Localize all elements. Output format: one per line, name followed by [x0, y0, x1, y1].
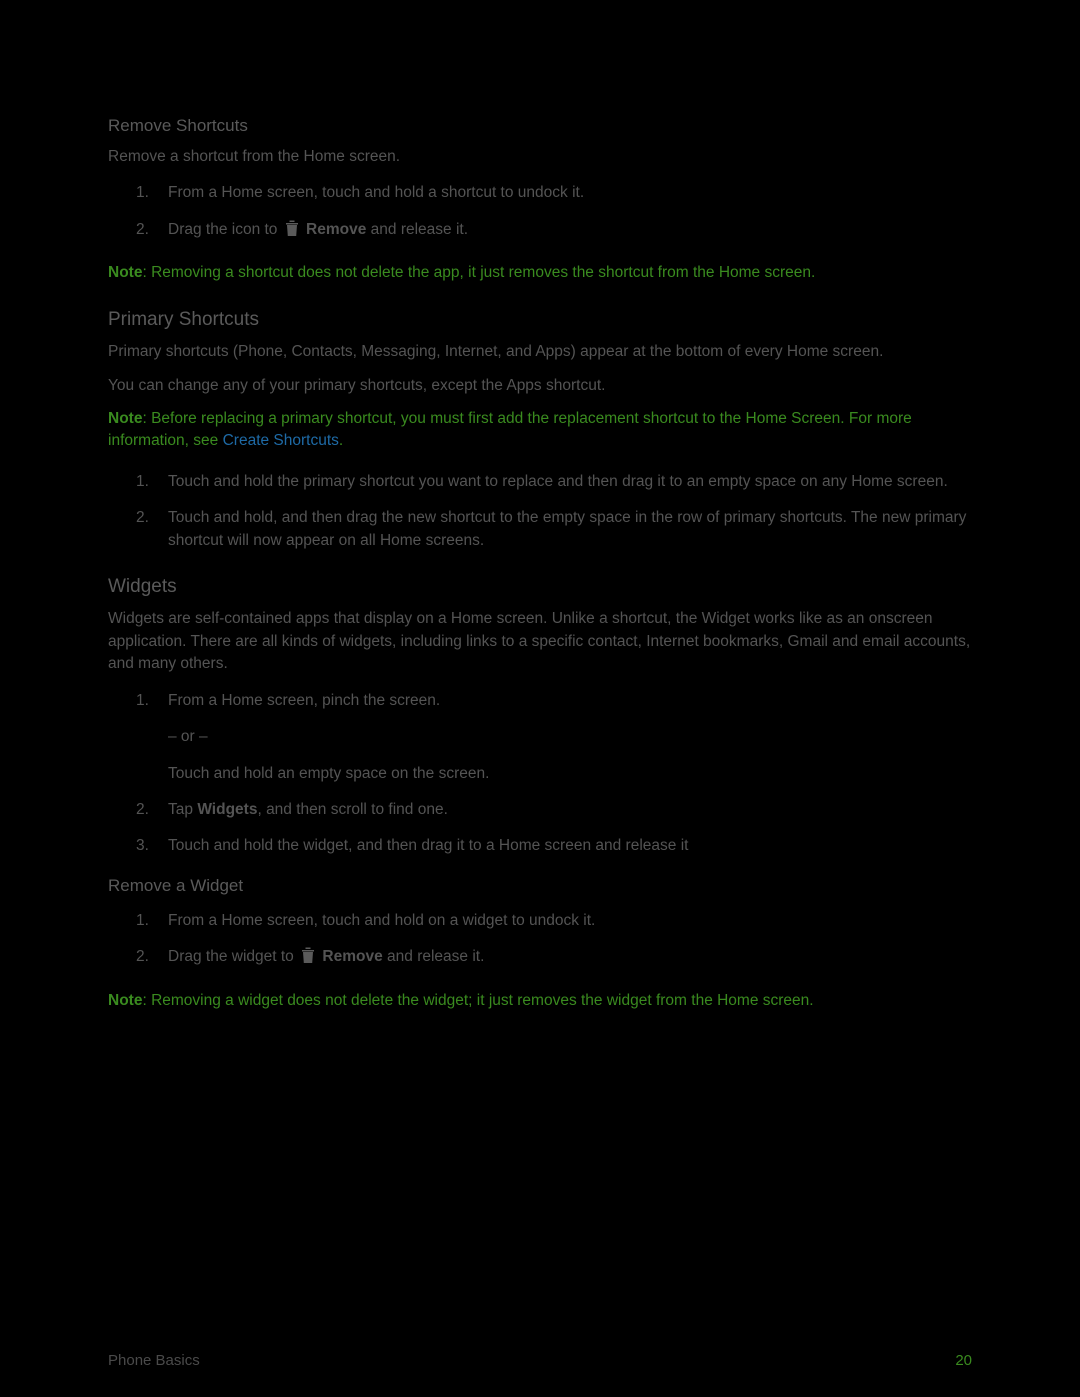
note-remove-widget: Note: Removing a widget does not delete …	[108, 990, 972, 1012]
remove-label: Remove	[322, 948, 382, 965]
list-item: From a Home screen, touch and hold on a …	[168, 910, 972, 932]
list-item: From a Home screen, touch and hold a sho…	[168, 182, 972, 204]
note-primary-shortcuts: Note: Before replacing a primary shortcu…	[108, 408, 972, 453]
list-item: Tap Widgets, and then scroll to find one…	[168, 799, 972, 821]
list-item: Drag the widget to Remove and release it…	[168, 946, 972, 971]
or-text: – or –	[168, 726, 972, 748]
para-primary-1: Primary shortcuts (Phone, Contacts, Mess…	[108, 341, 972, 363]
note-label: Note	[108, 410, 142, 427]
note-tail: .	[339, 432, 343, 449]
para-primary-2: You can change any of your primary short…	[108, 375, 972, 397]
trash-icon	[284, 219, 300, 244]
step-text-prefix: Drag the icon to	[168, 221, 282, 238]
document-page: Remove Shortcuts Remove a shortcut from …	[0, 0, 1080, 1397]
para-widgets-intro: Widgets are self-contained apps that dis…	[108, 608, 972, 675]
note-remove-shortcut: Note: Removing a shortcut does not delet…	[108, 262, 972, 284]
list-item: Touch and hold the widget, and then drag…	[168, 835, 972, 857]
steps-remove-shortcuts: From a Home screen, touch and hold a sho…	[108, 182, 972, 244]
note-label: Note	[108, 264, 142, 281]
heading-remove-widget: Remove a Widget	[108, 876, 972, 896]
heading-primary-shortcuts: Primary Shortcuts	[108, 309, 972, 331]
note-body: : Removing a shortcut does not delete th…	[142, 264, 815, 281]
remove-label: Remove	[306, 221, 366, 238]
step-2a: Tap	[168, 801, 197, 818]
step-1b: Touch and hold an empty space on the scr…	[168, 765, 489, 782]
step-text-suffix: and release it.	[366, 221, 468, 238]
widgets-bold: Widgets	[197, 801, 257, 818]
list-item: Touch and hold the primary shortcut you …	[168, 471, 972, 493]
intro-remove-shortcuts: Remove a shortcut from the Home screen.	[108, 146, 972, 168]
step-2b: , and then scroll to find one.	[257, 801, 447, 818]
heading-widgets: Widgets	[108, 576, 972, 598]
list-item: Drag the icon to Remove and release it.	[168, 219, 972, 244]
note-body: : Removing a widget does not delete the …	[142, 992, 813, 1009]
heading-remove-shortcuts: Remove Shortcuts	[108, 116, 972, 136]
list-item: From a Home screen, pinch the screen. – …	[168, 690, 972, 785]
list-item: Touch and hold, and then drag the new sh…	[168, 507, 972, 552]
footer-section-title: Phone Basics	[108, 1352, 200, 1369]
page-footer: Phone Basics 20	[108, 1352, 972, 1369]
step-text-prefix: Drag the widget to	[168, 948, 298, 965]
note-label: Note	[108, 992, 142, 1009]
steps-remove-widget: From a Home screen, touch and hold on a …	[108, 910, 972, 972]
step-1a: From a Home screen, pinch the screen.	[168, 692, 440, 709]
steps-widgets-add: From a Home screen, pinch the screen. – …	[108, 690, 972, 858]
page-number: 20	[955, 1352, 972, 1369]
steps-primary-shortcuts: Touch and hold the primary shortcut you …	[108, 471, 972, 552]
trash-icon	[300, 946, 316, 971]
step-text-suffix: and release it.	[383, 948, 485, 965]
create-shortcuts-link[interactable]: Create Shortcuts	[223, 432, 339, 449]
